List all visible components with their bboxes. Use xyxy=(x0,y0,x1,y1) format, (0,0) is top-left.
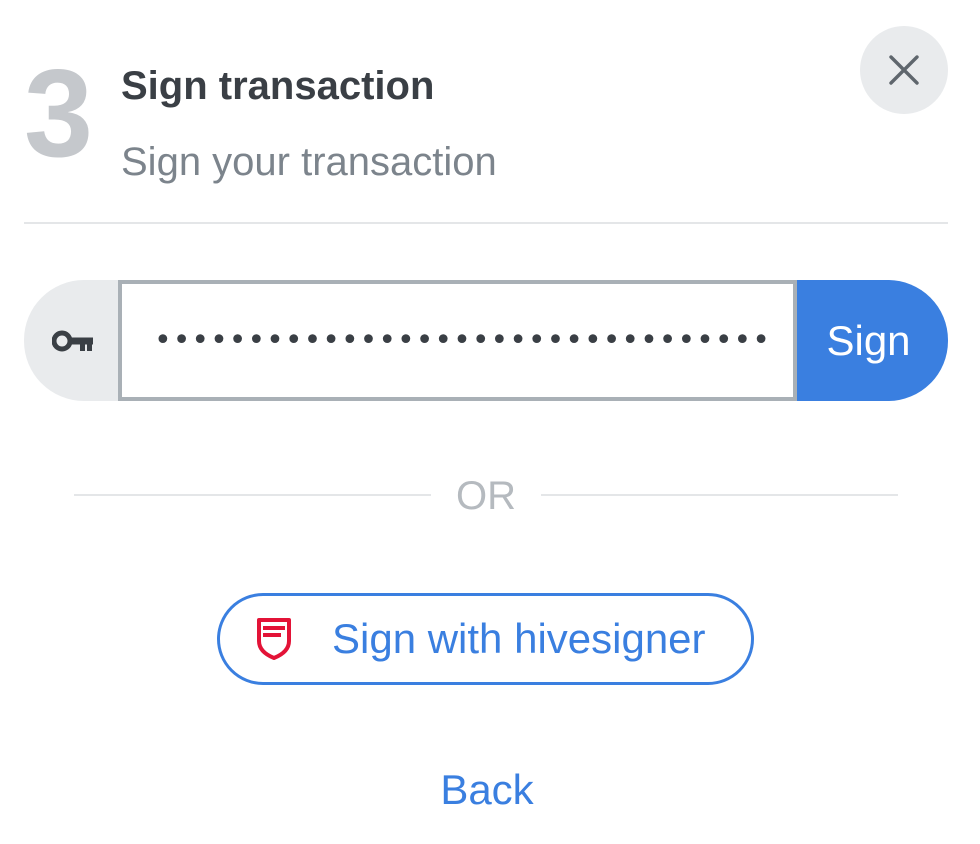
key-icon xyxy=(52,330,93,351)
hivesigner-label: Sign with hivesigner xyxy=(332,615,706,662)
dialog-title: Sign transaction xyxy=(121,64,435,108)
back-link[interactable]: Back xyxy=(380,764,594,816)
sign-with-hivesigner-button[interactable]: Sign with hivesigner xyxy=(217,593,754,685)
sign-transaction-dialog: 3 Sign transaction Sign your transaction… xyxy=(0,0,980,844)
private-key-input[interactable] xyxy=(118,280,797,401)
private-key-form: Sign xyxy=(24,280,948,401)
or-divider-right xyxy=(541,494,898,496)
key-prefix xyxy=(24,280,118,401)
sign-button[interactable]: Sign xyxy=(797,280,948,401)
header-divider xyxy=(24,222,948,224)
or-label: OR xyxy=(456,474,516,518)
close-button[interactable] xyxy=(860,26,948,114)
step-number: 3 xyxy=(24,45,93,183)
close-icon xyxy=(889,55,919,85)
hivesigner-logo-icon xyxy=(257,618,291,660)
dialog-subtitle: Sign your transaction xyxy=(121,140,497,184)
or-divider-left xyxy=(74,494,431,496)
